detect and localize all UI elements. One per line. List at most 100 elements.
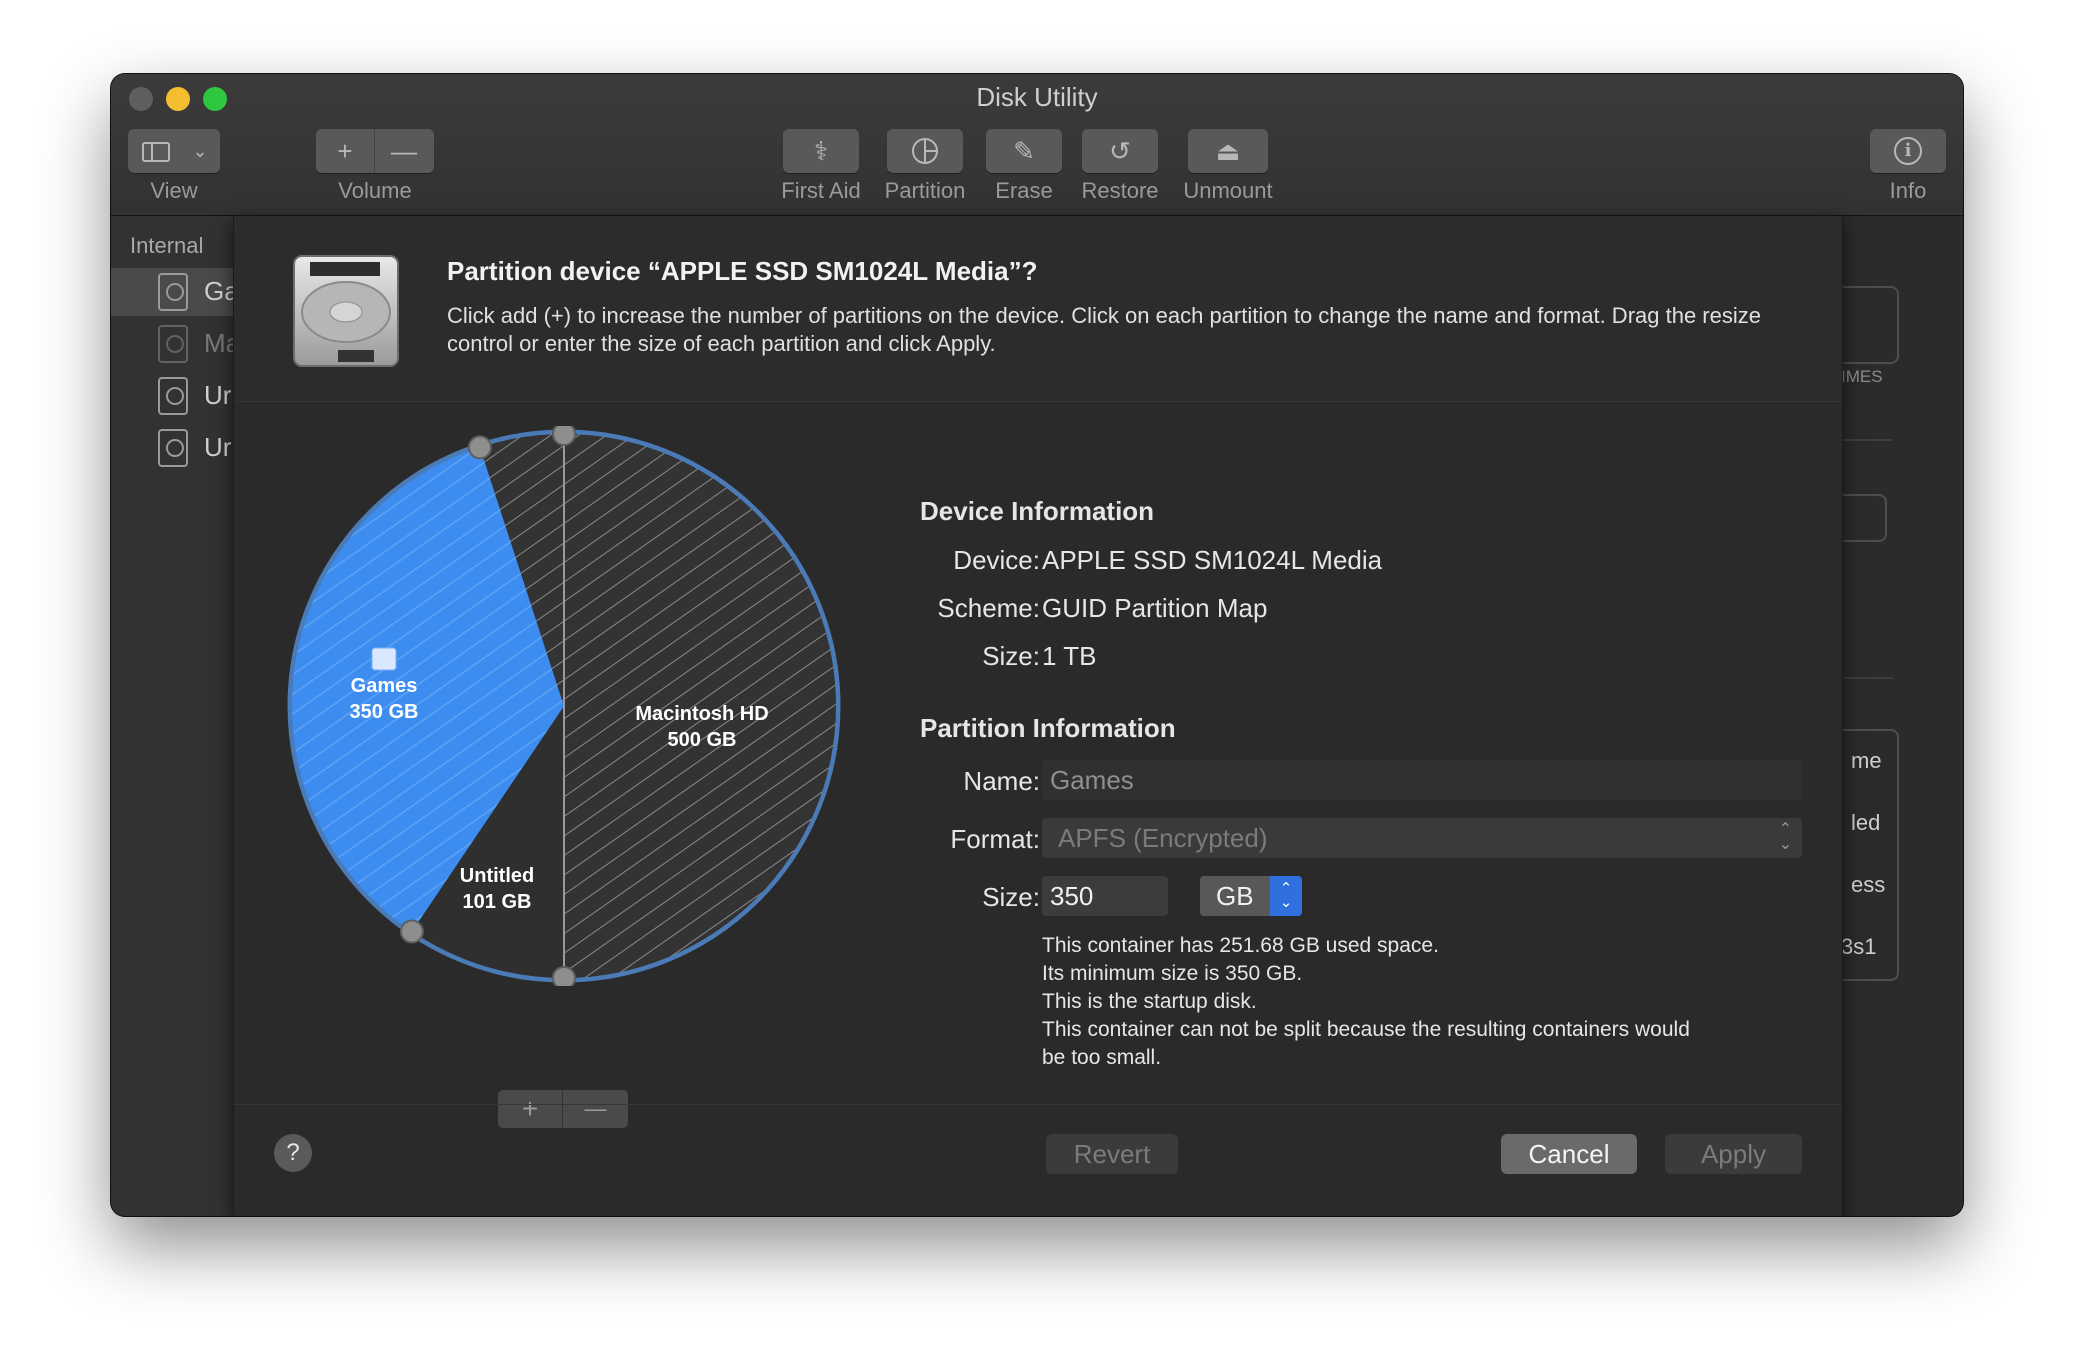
size-unit-value: GB <box>1216 881 1254 911</box>
slice-label-name: Games <box>351 675 418 697</box>
help-button[interactable]: ? <box>274 1134 312 1172</box>
format-label: Format: <box>950 824 1040 854</box>
partition-label: Partition <box>884 178 966 203</box>
restore-label: Restore <box>1081 178 1159 203</box>
note-line: be too small. <box>1042 1046 1162 1069</box>
info-button[interactable]: i <box>1870 129 1946 173</box>
sheet-header: Partition device “APPLE SSD SM1024L Medi… <box>234 216 1842 402</box>
device-label: Device: <box>953 545 1040 575</box>
resize-handle[interactable] <box>467 435 492 460</box>
size-unit-select[interactable]: GB ⌃ ⌄ <box>1200 876 1302 916</box>
add-partition-button[interactable]: + <box>498 1090 563 1128</box>
add-volume-button[interactable]: + <box>316 129 375 173</box>
restore-icon: ↺ <box>1109 136 1131 166</box>
background-times-text: IMES <box>1841 367 1883 386</box>
background-row: ess <box>1851 872 1886 897</box>
slice-label-size: 500 GB <box>668 729 737 751</box>
toolbar: Disk Utility ⌄ View + — Volume ⚕ First A… <box>111 74 1963 216</box>
unmount-button[interactable]: ⏏ <box>1188 129 1268 173</box>
sidebar-item[interactable]: Ur <box>111 372 233 420</box>
scheme-value: GUID Partition Map <box>1042 593 1268 623</box>
device-value: APPLE SSD SM1024L Media <box>1042 545 1383 575</box>
disk-icon <box>158 325 188 363</box>
stethoscope-icon: ⚕ <box>813 136 829 166</box>
sidebar-icon <box>142 142 170 162</box>
finder-icon <box>371 647 397 671</box>
disk-utility-window: Disk Utility ⌄ View + — Volume ⚕ First A… <box>111 74 1963 1216</box>
slice-label-size: 350 GB <box>350 701 419 723</box>
chevron-down-icon: ⌄ <box>192 141 208 161</box>
disk-icon <box>158 429 188 467</box>
sidebar-item[interactable]: Ur <box>111 424 233 472</box>
name-label: Name: <box>963 766 1040 796</box>
device-size-label: Size: <box>982 641 1040 671</box>
partition-size-value: 350 <box>1050 881 1094 911</box>
volume-label: Volume <box>338 178 412 203</box>
cancel-button[interactable]: Cancel <box>1501 1134 1637 1174</box>
unmount-label: Unmount <box>1183 178 1273 203</box>
partition-sheet: Partition device “APPLE SSD SM1024L Medi… <box>233 216 1843 1216</box>
hard-drive-icon <box>293 255 399 367</box>
partition-name-field[interactable]: Games <box>1042 760 1802 800</box>
first-aid-label: First Aid <box>781 178 861 203</box>
volume-button-group: + — <box>316 129 434 173</box>
sidebar-section-internal: Internal <box>130 233 204 258</box>
sidebar-item-label: Ur <box>204 380 232 410</box>
remove-partition-button[interactable]: — <box>563 1090 628 1128</box>
device-size-value: 1 TB <box>1042 641 1097 671</box>
partition-size-input[interactable]: 350 <box>1042 876 1168 916</box>
partition-button[interactable] <box>887 129 963 173</box>
info-label: Info <box>1889 178 1927 203</box>
note-line: This container can not be split because … <box>1042 1018 1690 1041</box>
note-line: This is the startup disk. <box>1042 990 1257 1013</box>
divider <box>1841 439 1893 441</box>
scheme-label: Scheme: <box>937 593 1040 623</box>
background-row: 3s1 <box>1841 934 1877 959</box>
note-line: Its minimum size is 350 GB. <box>1042 962 1303 985</box>
view-button[interactable]: ⌄ <box>128 129 220 173</box>
apply-button[interactable]: Apply <box>1665 1134 1802 1174</box>
divider <box>1841 677 1893 679</box>
erase-label: Erase <box>995 178 1053 203</box>
background-row: led <box>1851 810 1881 835</box>
sidebar-item[interactable]: Ma <box>111 320 240 368</box>
disk-icon <box>158 273 188 311</box>
sheet-description: Click add (+) to increase the number of … <box>447 303 1761 356</box>
restore-button[interactable]: ↺ <box>1082 129 1158 173</box>
eject-icon: ⏏ <box>1215 136 1241 166</box>
partition-pie-chart[interactable]: Games 350 GB Macintosh HD 500 GB Untitle… <box>284 426 844 986</box>
revert-button[interactable]: Revert <box>1046 1134 1178 1174</box>
remove-volume-button[interactable]: — <box>375 129 433 173</box>
sheet-title: Partition device “APPLE SSD SM1024L Medi… <box>447 256 1038 286</box>
format-select-value: APFS (Encrypted) <box>1058 823 1268 853</box>
sidebar-item-selected[interactable]: Ga <box>111 268 239 316</box>
partition-name-value: Games <box>1050 765 1134 795</box>
sheet-divider <box>234 1104 1842 1105</box>
info-icon: i <box>1894 137 1922 165</box>
partition-info-heading: Partition Information <box>920 713 1176 743</box>
background-row: me <box>1851 748 1882 773</box>
partition-add-remove-group: + — <box>498 1090 628 1128</box>
partition-icon <box>912 138 938 164</box>
sidebar-item-label: Ur <box>204 432 232 462</box>
sidebar: Internal Ga Ma Ur Ur <box>111 216 240 1216</box>
device-info-heading: Device Information <box>920 496 1155 526</box>
erase-button[interactable]: ✎ <box>986 129 1062 173</box>
disk-icon <box>158 377 188 415</box>
first-aid-button[interactable]: ⚕ <box>783 129 859 173</box>
slice-label-name: Macintosh HD <box>635 703 768 725</box>
resize-handle[interactable] <box>552 426 576 446</box>
format-select[interactable]: APFS (Encrypted) ⌃ ⌄ <box>1042 818 1802 858</box>
window-title: Disk Utility <box>976 82 1098 112</box>
updown-chevron-icon: ⌃ ⌄ <box>1270 876 1302 916</box>
slice-label-size: 101 GB <box>463 891 532 913</box>
partition-notes: This container has 251.68 GB used space.… <box>1042 932 1822 1072</box>
updown-chevron-icon: ⌃ ⌄ <box>1778 821 1792 853</box>
resize-handle[interactable] <box>399 919 424 944</box>
slice-label-name: Untitled <box>460 865 534 887</box>
resize-handle[interactable] <box>552 966 576 986</box>
view-label: View <box>150 178 198 203</box>
note-line: This container has 251.68 GB used space. <box>1042 934 1439 957</box>
pencil-icon: ✎ <box>1013 136 1035 166</box>
size-label: Size: <box>982 882 1040 912</box>
